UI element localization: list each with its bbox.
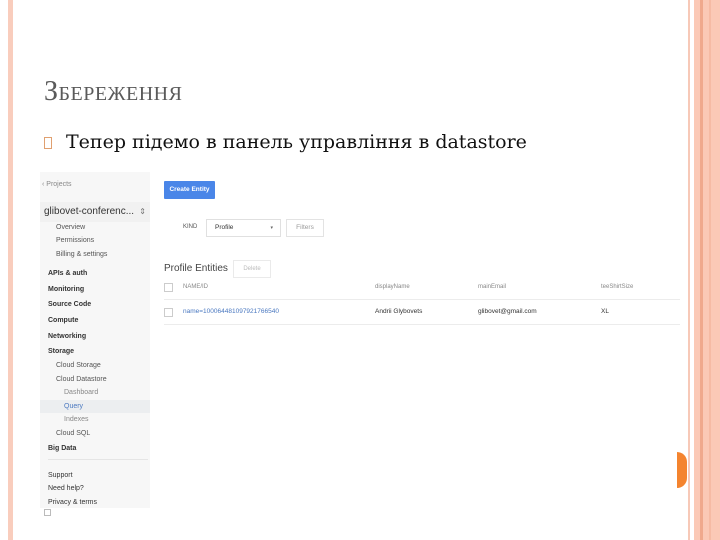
column-header[interactable]: NAME/ID bbox=[183, 275, 208, 299]
sidebar-item-permissions[interactable]: Permissions bbox=[40, 234, 150, 247]
sidebar-item-indexes[interactable]: Indexes bbox=[40, 413, 150, 426]
sidebar-item-cloud-datastore[interactable]: Cloud Datastore bbox=[40, 373, 150, 386]
table-cell: XL bbox=[601, 308, 609, 315]
bullet-text: Тепер підемо в панель управління в datas… bbox=[66, 131, 527, 153]
sidebar-link-privacy-terms[interactable]: Privacy & terms bbox=[40, 496, 150, 516]
projects-back-link[interactable]: ‹ Projects bbox=[42, 181, 72, 188]
sidebar-item-storage[interactable]: Storage bbox=[40, 345, 150, 358]
sidebar-item-monitoring[interactable]: Monitoring bbox=[40, 283, 150, 296]
table-header-row: NAME/ID displayName mainEmail teeShirtSi… bbox=[164, 275, 680, 300]
bullet-item: Тепер підемо в панель управління в datas… bbox=[44, 131, 527, 153]
table-cell: glibovet@gmail.com bbox=[478, 308, 537, 315]
entities-table: NAME/ID displayName mainEmail teeShirtSi… bbox=[164, 275, 680, 325]
square-bullet-icon bbox=[44, 137, 52, 149]
chevron-down-icon: ▾ bbox=[270, 225, 273, 231]
entity-id-link[interactable]: name=100064481097921766540 bbox=[183, 300, 279, 324]
sidebar-item-source-code[interactable]: Source Code bbox=[40, 298, 150, 311]
project-selector[interactable]: glibovet-conferenc... ⇕ bbox=[40, 202, 150, 222]
sidebar-item-overview[interactable]: Overview bbox=[40, 221, 150, 234]
sidebar-divider bbox=[48, 459, 148, 460]
kind-label: KIND bbox=[183, 224, 198, 230]
right-decorative-line bbox=[709, 0, 711, 540]
filters-button[interactable]: Filters bbox=[286, 219, 324, 237]
right-decorative-band bbox=[694, 0, 720, 540]
console-sidebar: ‹ Projects glibovet-conferenc... ⇕ Overv… bbox=[40, 172, 150, 516]
sidebar-link-support[interactable]: Support bbox=[40, 469, 150, 482]
sidebar-item-dashboard[interactable]: Dashboard bbox=[40, 386, 150, 399]
sidebar-item-billing[interactable]: Billing & settings bbox=[40, 248, 150, 261]
sidebar-item-query[interactable]: Query bbox=[40, 400, 150, 413]
project-name: glibovet-conferenc... bbox=[44, 206, 135, 217]
column-header[interactable]: teeShirtSize bbox=[601, 275, 633, 299]
sidebar-item-apis-auth[interactable]: APIs & auth bbox=[40, 267, 150, 280]
create-entity-button[interactable]: Create Entity bbox=[164, 181, 215, 199]
left-decorative-stripe bbox=[8, 0, 13, 540]
sidebar-item-cloud-sql[interactable]: Cloud SQL bbox=[40, 427, 150, 440]
cloud-console-screenshot: ‹ Projects glibovet-conferenc... ⇕ Overv… bbox=[40, 172, 680, 516]
kind-select-value: Profile bbox=[215, 224, 234, 231]
right-decorative-line bbox=[700, 0, 703, 540]
sidebar-item-compute[interactable]: Compute bbox=[40, 314, 150, 327]
table-cell: Andrii Glybovets bbox=[375, 308, 423, 315]
table-row: name=100064481097921766540 Andrii Glybov… bbox=[164, 300, 680, 325]
console-main: Create Entity KIND Profile ▾ Filters Pro… bbox=[164, 172, 680, 512]
external-link-icon bbox=[44, 509, 51, 516]
sidebar-item-cloud-storage[interactable]: Cloud Storage bbox=[40, 359, 150, 372]
select-all-checkbox[interactable] bbox=[164, 283, 173, 292]
column-header[interactable]: displayName bbox=[375, 275, 410, 299]
entities-title: Profile Entities bbox=[164, 263, 228, 274]
up-down-arrow-icon: ⇕ bbox=[139, 207, 146, 216]
sidebar-item-networking[interactable]: Networking bbox=[40, 330, 150, 343]
row-checkbox[interactable] bbox=[164, 308, 173, 317]
kind-select[interactable]: Profile ▾ bbox=[206, 219, 281, 237]
slide-title: Збереження bbox=[44, 76, 183, 107]
right-decorative-line bbox=[688, 0, 690, 540]
sidebar-item-big-data[interactable]: Big Data bbox=[40, 442, 150, 455]
column-header[interactable]: mainEmail bbox=[478, 275, 506, 299]
sidebar-link-need-help[interactable]: Need help? bbox=[40, 482, 150, 495]
